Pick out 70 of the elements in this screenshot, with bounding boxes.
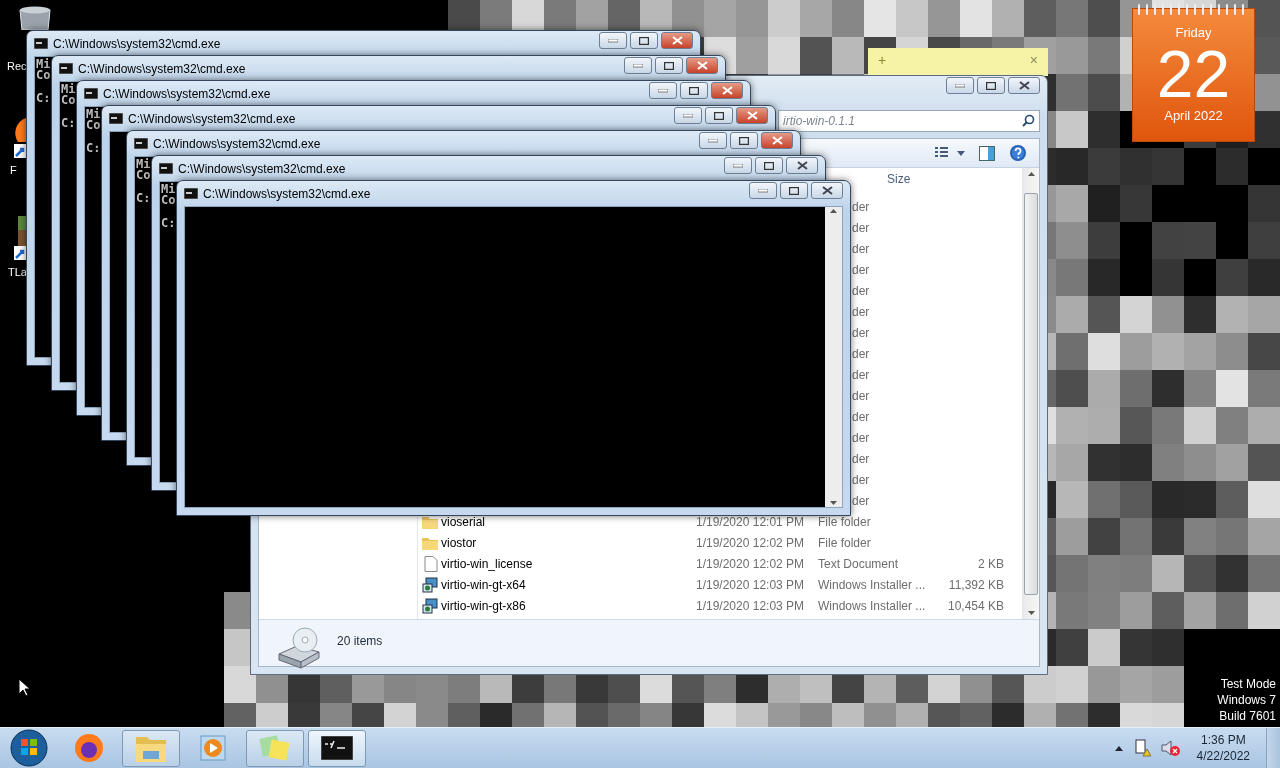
desktop-icon-label[interactable]: Rec <box>7 60 27 72</box>
file-type: File folder <box>817 514 872 529</box>
file-type: der <box>852 367 870 382</box>
file-type: der <box>852 451 870 466</box>
column-header[interactable]: Size <box>886 172 1008 186</box>
file-name[interactable]: virtio-win_license <box>438 556 692 571</box>
file-name[interactable]: viostor <box>438 535 692 550</box>
window-title: C:\Windows\system32\cmd.exe <box>153 136 322 151</box>
calendar-month: April 2022 <box>1164 108 1223 123</box>
file-size: 11,392 KB <box>947 577 1005 592</box>
file-name[interactable]: virtio-win-gt-x86 <box>438 598 692 613</box>
window-title: C:\Windows\system32\cmd.exe <box>178 161 347 176</box>
file-type: der <box>852 283 870 298</box>
window-title: C:\Windows\system32\cmd.exe <box>128 111 297 126</box>
file-type: der <box>852 430 870 445</box>
file-type: der <box>852 472 870 487</box>
file-type: der <box>852 409 870 424</box>
clock[interactable]: 1:36 PM 4/22/2022 <box>1190 732 1256 764</box>
file-type: Windows Installer ... <box>817 598 927 613</box>
file-type: der <box>852 199 870 214</box>
file-type: Text Document <box>817 556 900 571</box>
file-type: der <box>852 241 870 256</box>
desktop-icon-label[interactable]: TLa <box>8 266 27 278</box>
console-line: Co <box>61 95 76 106</box>
console-line: Mi <box>86 109 101 120</box>
file-name[interactable]: virtio-win-gt-x64 <box>438 577 692 592</box>
console-line: Co <box>86 120 101 131</box>
console-prompt: C: <box>136 193 151 204</box>
window-title: C:\Windows\system32\cmd.exe <box>53 36 222 51</box>
console-line: Mi <box>161 184 176 195</box>
console-line: Mi <box>36 59 51 70</box>
file-size: 10,454 KB <box>946 598 1005 613</box>
console-line: Mi <box>136 159 151 170</box>
console-line: Mi <box>61 84 76 95</box>
window-title: C:\Windows\system32\cmd.exe <box>103 86 272 101</box>
calendar-day: 22 <box>1156 40 1231 108</box>
console-line: Co <box>136 170 151 181</box>
file-type: File folder <box>817 535 872 550</box>
file-type: der <box>852 262 870 277</box>
calendar-weekday: Friday <box>1175 25 1212 40</box>
console-prompt: C: <box>36 93 51 104</box>
console-prompt: C: <box>61 118 76 129</box>
file-date: 1/19/2020 12:01 PM <box>695 514 806 529</box>
file-type: Windows Installer ... <box>817 577 927 592</box>
file-date: 1/19/2020 12:03 PM <box>695 577 806 592</box>
clock-time: 1:36 PM <box>1200 732 1246 748</box>
test-mode-text: Test Mode <box>1220 676 1276 692</box>
file-type: der <box>852 388 870 403</box>
file-date: 1/19/2020 12:02 PM <box>695 556 806 571</box>
file-name[interactable]: vioserial <box>438 514 692 529</box>
search-field[interactable]: irtio-win-0.1.1 <box>778 110 1040 132</box>
item-count: 20 items <box>337 634 383 648</box>
file-size: 2 KB <box>977 556 1005 571</box>
clock-date: 4/22/2022 <box>1196 748 1250 764</box>
console-line: Co <box>161 195 176 206</box>
window-title: C:\Windows\system32\cmd.exe <box>78 61 247 76</box>
file-date: 1/19/2020 12:03 PM <box>695 598 806 613</box>
test-mode-text: Build 7601 <box>1219 708 1276 724</box>
desktop-icon-label[interactable]: F <box>10 164 17 176</box>
file-type: der <box>852 493 870 508</box>
console-prompt: C: <box>161 218 176 229</box>
window-title: C:\Windows\system32\cmd.exe <box>203 186 372 201</box>
test-mode-text: Windows 7 <box>1217 692 1276 708</box>
file-type: der <box>852 304 870 319</box>
console-line: Co <box>36 70 51 81</box>
file-type: der <box>852 220 870 235</box>
file-type: der <box>852 346 870 361</box>
console-prompt: C: <box>86 143 101 154</box>
file-type: der <box>852 325 870 340</box>
file-date: 1/19/2020 12:02 PM <box>695 535 806 550</box>
